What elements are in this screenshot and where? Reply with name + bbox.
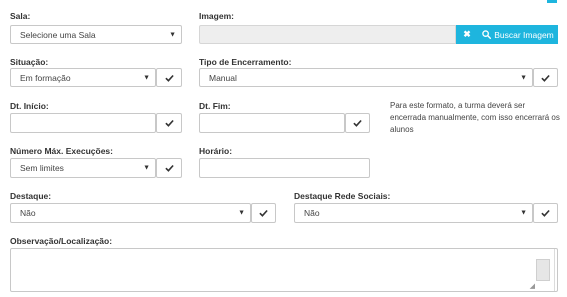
dt-inicio-confirm-button[interactable] <box>156 113 182 133</box>
sala-select[interactable]: Selecione uma Sala ▼ <box>10 25 182 44</box>
tipo-encerramento-label: Tipo de Encerramento: <box>199 57 292 67</box>
num-execucoes-value: Sem limites <box>20 163 64 173</box>
dt-fim-input[interactable] <box>199 113 345 133</box>
destaque-redes-select[interactable]: Não ▼ <box>294 203 533 223</box>
check-icon <box>164 74 174 82</box>
imagem-label: Imagem: <box>199 11 234 21</box>
check-icon <box>164 164 174 172</box>
check-icon <box>164 119 174 127</box>
destaque-select[interactable]: Não ▼ <box>10 203 251 223</box>
destaque-label: Destaque: <box>10 191 52 201</box>
clear-image-button[interactable]: ✖ <box>456 25 478 44</box>
search-image-label: Buscar Imagem <box>494 29 554 40</box>
destaque-redes-confirm-button[interactable] <box>533 203 558 223</box>
situacao-select[interactable]: Em formação ▼ <box>10 68 156 87</box>
tipo-encerramento-select[interactable]: Manual ▼ <box>199 68 533 87</box>
num-execucoes-confirm-button[interactable] <box>156 158 182 178</box>
situacao-value: Em formação <box>20 72 71 83</box>
caret-down-icon: ▼ <box>143 74 150 81</box>
search-image-button[interactable]: Buscar Imagem <box>478 25 558 44</box>
sala-value: Selecione uma Sala <box>20 29 96 40</box>
encerramento-note: Para este formato, a turma deverá ser en… <box>390 101 560 134</box>
destaque-redes-label: Destaque Rede Sociais: <box>294 191 391 201</box>
caret-down-icon: ▼ <box>169 31 176 38</box>
top-bar <box>0 0 567 3</box>
observacao-textarea[interactable]: ◢ <box>10 248 558 292</box>
sala-label: Sala: <box>10 11 31 21</box>
top-accent <box>547 0 557 3</box>
search-icon <box>482 30 492 39</box>
horario-input[interactable] <box>199 158 370 178</box>
dt-inicio-label: Dt. Início: <box>10 101 49 111</box>
caret-down-icon: ▼ <box>143 164 150 172</box>
times-icon: ✖ <box>463 29 471 39</box>
situacao-confirm-button[interactable] <box>156 68 182 87</box>
caret-down-icon: ▼ <box>520 74 527 81</box>
check-icon <box>541 74 550 82</box>
horario-label: Horário: <box>199 146 233 156</box>
dt-inicio-input[interactable] <box>10 113 156 133</box>
num-execucoes-label: Número Máx. Execuções: <box>10 146 113 156</box>
caret-down-icon: ▼ <box>238 209 245 217</box>
destaque-confirm-button[interactable] <box>251 203 276 223</box>
tipo-encerramento-confirm-button[interactable] <box>533 68 558 87</box>
check-icon <box>353 119 362 127</box>
num-execucoes-select[interactable]: Sem limites ▼ <box>10 158 156 178</box>
textarea-scrollbar[interactable] <box>536 259 550 281</box>
tipo-encerramento-value: Manual <box>209 72 237 83</box>
situacao-label: Situação: <box>10 57 49 67</box>
observacao-label: Observação/Localização: <box>10 236 113 246</box>
check-icon <box>541 209 550 217</box>
dt-fim-confirm-button[interactable] <box>345 113 370 133</box>
destaque-redes-value: Não <box>304 208 320 218</box>
imagem-field[interactable] <box>199 25 456 44</box>
textarea-divider <box>554 249 557 291</box>
check-icon <box>259 209 268 217</box>
dt-fim-label: Dt. Fim: <box>199 101 231 111</box>
destaque-value: Não <box>20 208 36 218</box>
resize-handle-icon[interactable]: ◢ <box>530 282 535 290</box>
caret-down-icon: ▼ <box>520 209 527 217</box>
